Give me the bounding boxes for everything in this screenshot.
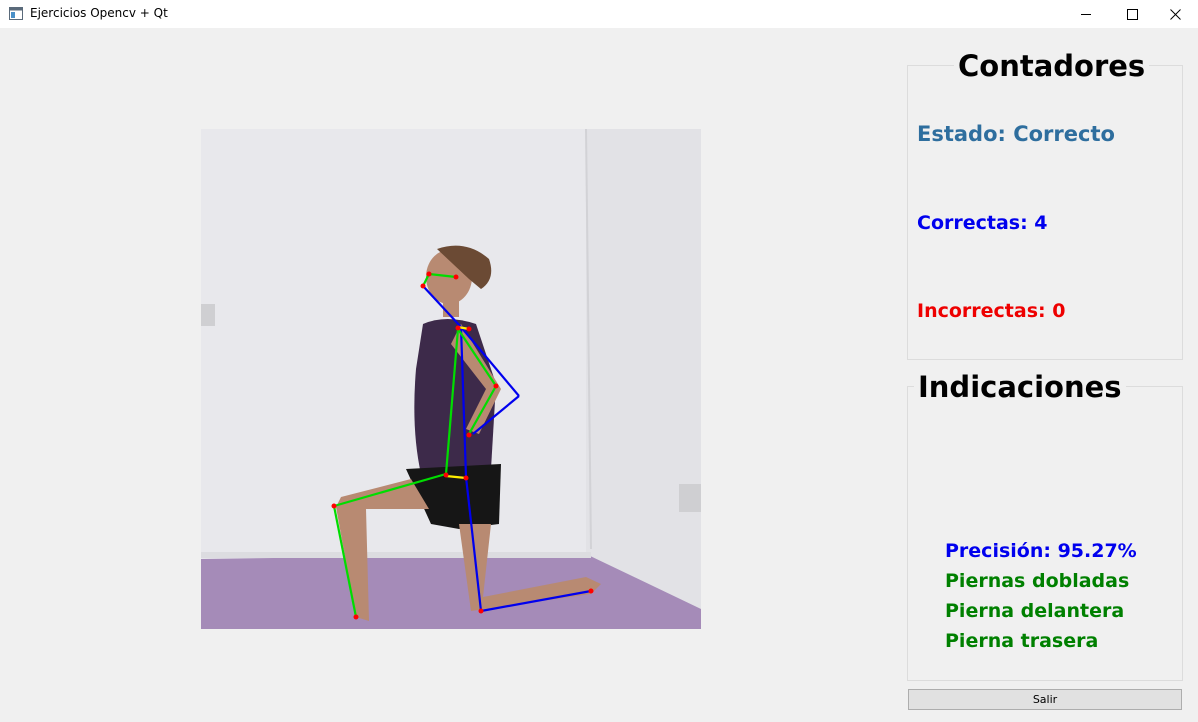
pose-skeleton-overlay (201, 129, 701, 629)
indication-item: Piernas dobladas (945, 570, 1130, 592)
indication-item: Pierna trasera (945, 630, 1099, 652)
close-button[interactable] (1152, 0, 1198, 28)
video-frame (201, 129, 701, 629)
window-title: Ejercicios Opencv + Qt (30, 6, 168, 20)
indications-title: Indicaciones (914, 370, 1126, 404)
close-icon (1169, 8, 1181, 20)
minimize-button[interactable] (1063, 0, 1109, 28)
correct-count-label: Correctas: 4 (917, 212, 1048, 234)
maximize-button[interactable] (1109, 0, 1155, 28)
window-titlebar[interactable]: Ejercicios Opencv + Qt (0, 0, 1198, 28)
status-label: Estado: Correcto (917, 122, 1115, 146)
incorrect-count-label: Incorrectas: 0 (917, 300, 1066, 322)
app-window-icon (9, 7, 23, 20)
maximize-icon (1126, 8, 1138, 20)
exit-button[interactable]: Salir (908, 689, 1182, 710)
precision-label: Precisión: 95.27% (945, 540, 1137, 562)
indication-item: Pierna delantera (945, 600, 1125, 622)
counters-title: Contadores (954, 49, 1150, 83)
minimize-icon (1080, 13, 1091, 15)
